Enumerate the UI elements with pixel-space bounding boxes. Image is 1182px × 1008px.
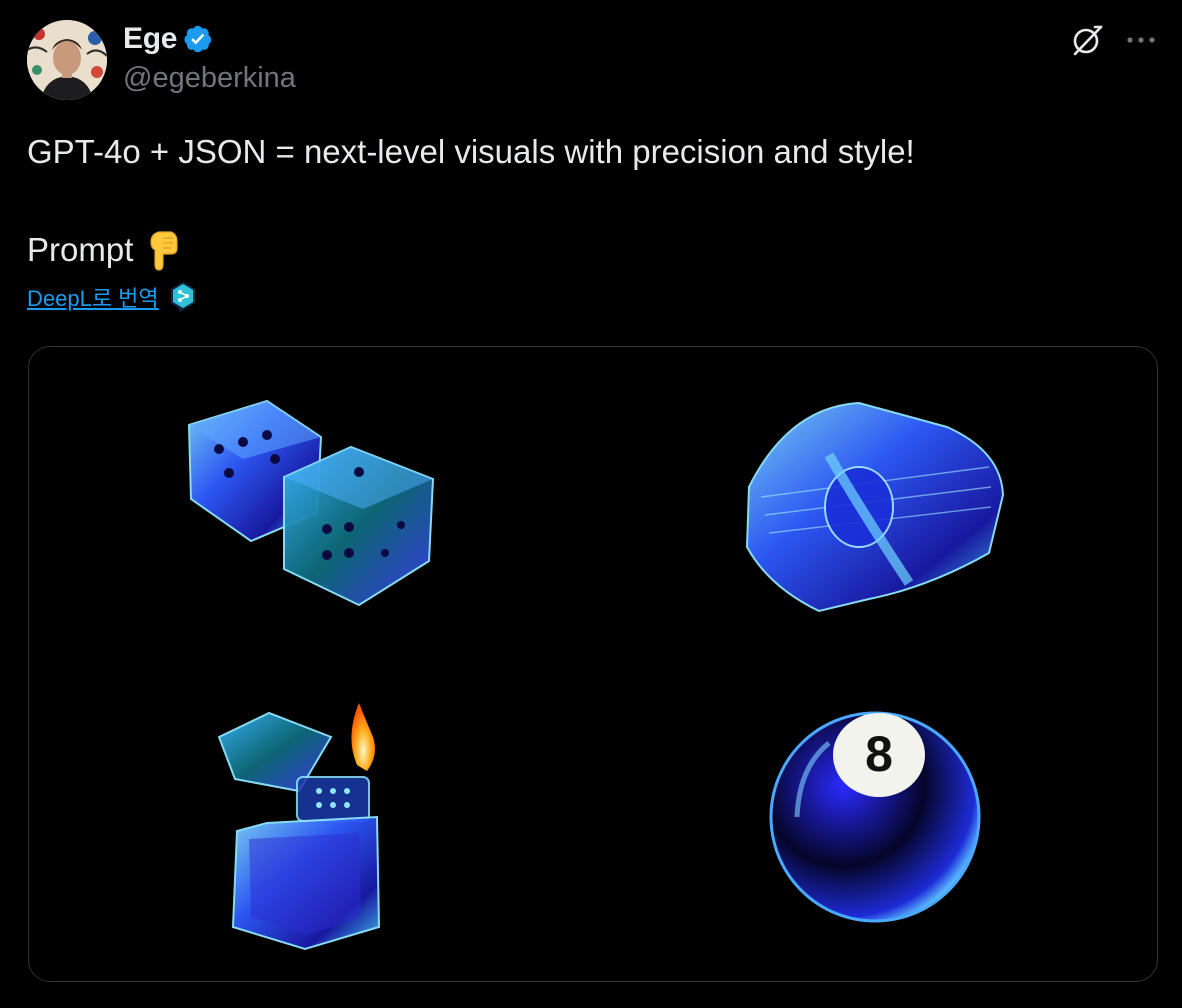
- more-options-icon[interactable]: [1124, 28, 1158, 52]
- glass-lighter-image[interactable]: [217, 703, 381, 951]
- eight-ball-number: 8: [865, 726, 893, 782]
- glass-money-roll-image[interactable]: [745, 401, 1005, 613]
- media-grid: 8: [28, 346, 1158, 982]
- tweet-text: GPT-4o + JSON = next-level visuals with …: [27, 132, 915, 271]
- translate-link[interactable]: DeepL로 번역: [27, 281, 159, 313]
- tweet-text-line-1: GPT-4o + JSON = next-level visuals with …: [27, 133, 915, 170]
- glass-8-ball-image[interactable]: 8: [769, 711, 981, 923]
- translate-row: DeepL로 번역: [27, 281, 197, 313]
- tweet-text-line-2: Prompt: [27, 228, 181, 272]
- verified-badge-icon: [183, 24, 213, 54]
- author-name-row: Ege: [123, 22, 213, 56]
- display-name[interactable]: Ege: [123, 22, 177, 56]
- deepl-icon: [169, 281, 197, 313]
- glass-dice-image[interactable]: [187, 399, 435, 607]
- avatar-image: [27, 20, 107, 100]
- author-handle[interactable]: @egeberkina: [123, 62, 296, 95]
- avatar[interactable]: [27, 20, 107, 100]
- prompt-label: Prompt: [27, 231, 134, 268]
- grok-icon[interactable]: [1069, 22, 1105, 58]
- tweet: Ege @egeberkina GPT-4o + JSON = next-lev…: [0, 0, 1182, 1008]
- pointing-down-emoji-icon: [145, 228, 181, 272]
